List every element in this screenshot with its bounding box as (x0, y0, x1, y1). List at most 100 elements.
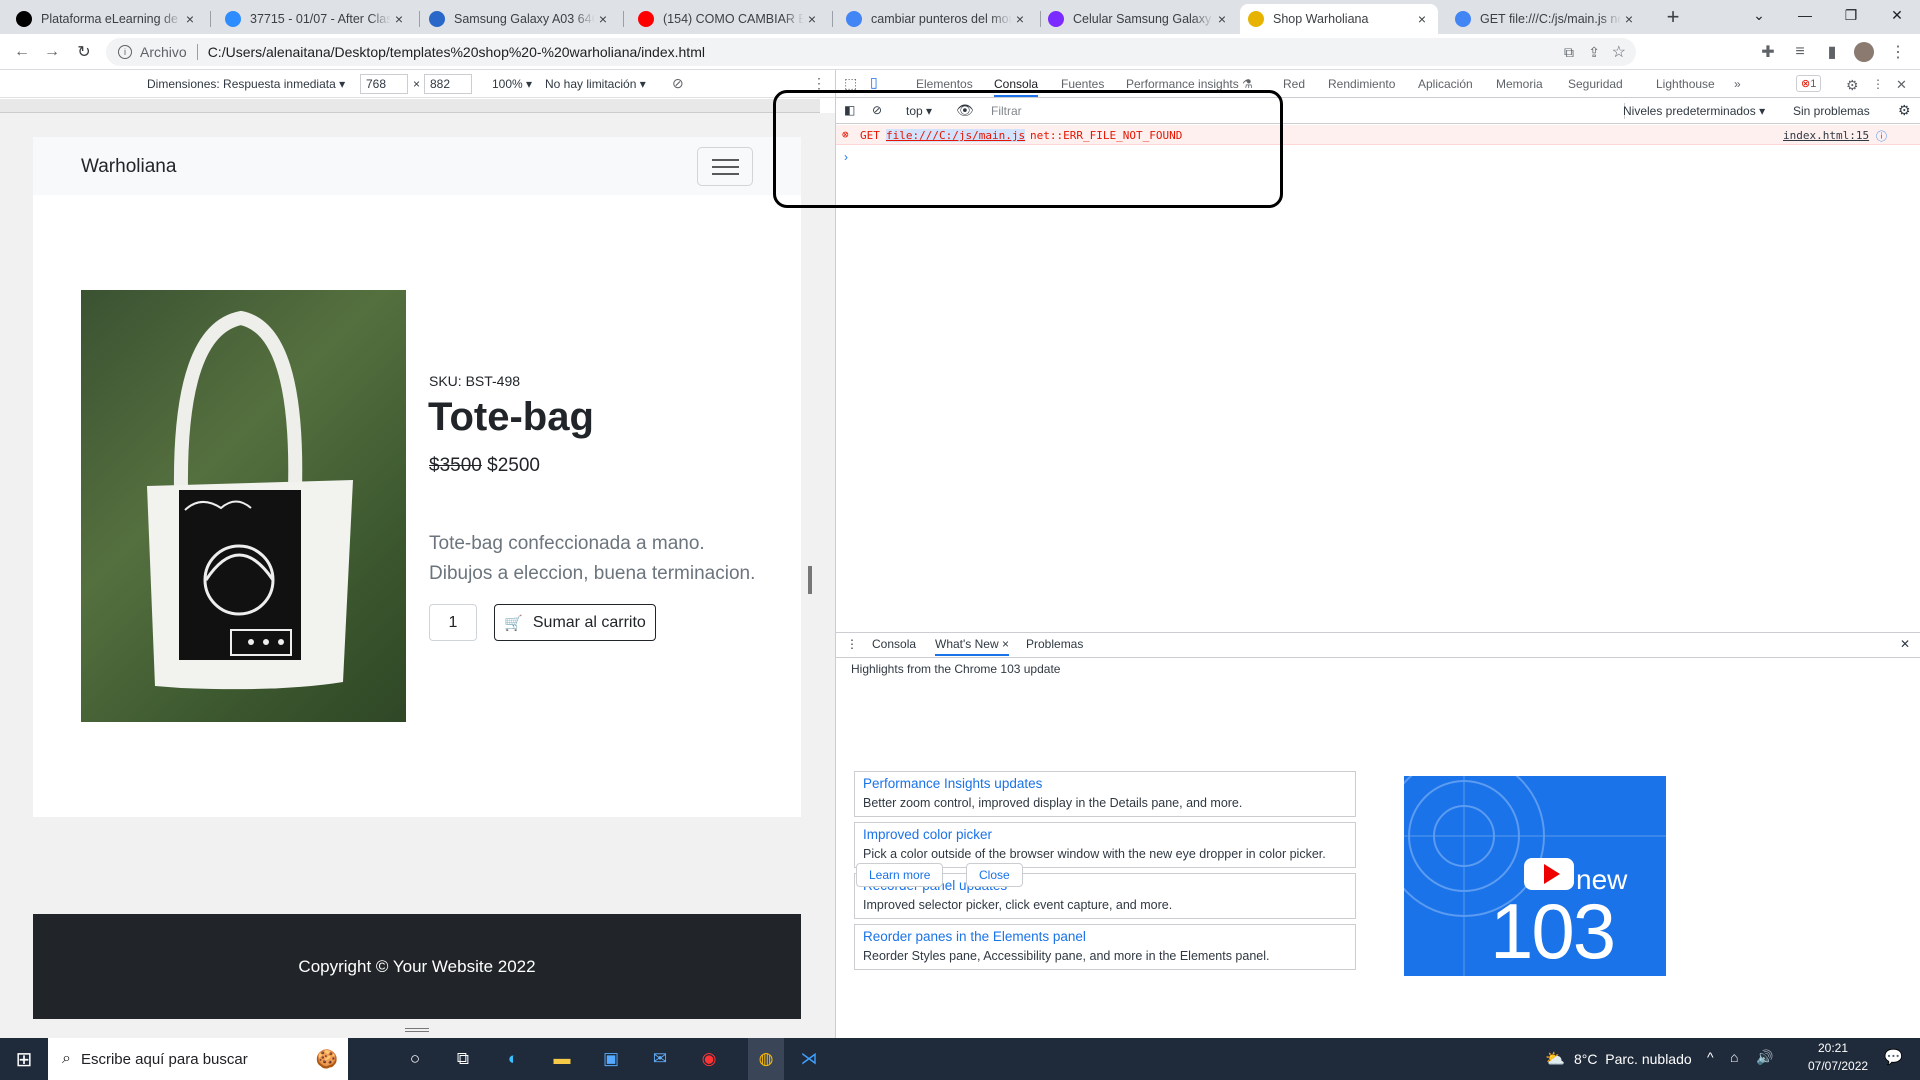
share-icon[interactable]: ⇪ (1588, 44, 1600, 61)
reload-icon[interactable]: ↻ (72, 40, 96, 64)
devtools-tab[interactable]: Rendimiento (1328, 77, 1395, 91)
whats-new-card[interactable]: Improved color picker Pick a color outsid… (854, 822, 1356, 868)
dimensions-dropdown[interactable]: Dimensiones: Respuesta inmediata ▾ (147, 77, 345, 91)
log-levels-dropdown[interactable]: Niveles predeterminados ▾ (1623, 104, 1765, 118)
card-title-link[interactable]: Improved color picker (863, 827, 992, 842)
close-tab-icon[interactable]: × (391, 11, 407, 27)
browser-tab[interactable]: Celular Samsung Galaxy A × (1040, 4, 1238, 34)
devtools-tab[interactable]: Aplicación (1418, 77, 1473, 91)
close-drawer-icon[interactable]: ✕ (1900, 637, 1910, 651)
drawer-tab[interactable]: Problemas (1026, 637, 1083, 651)
close-tab-icon[interactable]: × (182, 11, 198, 27)
hamburger-menu-icon[interactable] (697, 147, 753, 186)
browser-tab[interactable]: cambiar punteros del mou × (838, 4, 1036, 34)
settings-icon[interactable]: ⚙ (1846, 77, 1859, 94)
close-tab-icon[interactable]: × (1214, 11, 1230, 27)
extensions-icon[interactable]: ✚ (1756, 40, 1780, 64)
whats-new-video-thumbnail[interactable]: new 103 (1404, 776, 1666, 976)
devtools-tab[interactable]: Lighthouse (1656, 77, 1715, 91)
drawer-menu-icon[interactable]: ⋮ (846, 637, 858, 651)
devtools-tab[interactable]: Elementos (916, 77, 973, 91)
close-devtools-icon[interactable]: ✕ (1896, 77, 1907, 93)
vscode-icon[interactable]: ⋊ (796, 1046, 822, 1072)
clock-time[interactable]: 20:21 (1818, 1041, 1848, 1055)
throttle-dropdown[interactable]: No hay limitación ▾ (545, 77, 646, 91)
close-drawer-tab-icon[interactable]: × (999, 637, 1009, 651)
drawer-tab[interactable]: What's New × (935, 637, 1009, 656)
weather-text[interactable]: 8°C Parc. nublado (1574, 1051, 1692, 1067)
devtools-tab[interactable]: Performance insights ⚗ (1126, 77, 1253, 91)
chrome-icon[interactable]: ◍ (748, 1038, 784, 1080)
mail-icon[interactable]: ✉ (647, 1046, 673, 1072)
maximize-icon[interactable]: ❐ (1828, 0, 1874, 30)
height-input[interactable]: 882 (424, 74, 472, 94)
address-bar[interactable]: i Archivo C:/Users/alenaitana/Desktop/te… (106, 38, 1636, 66)
back-icon[interactable]: ← (10, 40, 34, 64)
translate-icon[interactable]: ⧉ (1564, 44, 1574, 61)
close-tab-icon[interactable]: × (1012, 11, 1028, 27)
clock-date[interactable]: 07/07/2022 (1808, 1059, 1868, 1073)
windows-start-icon[interactable]: ⊞ (11, 1046, 37, 1072)
browser-tab[interactable]: GET file:///C:/js/main.js net × (1447, 4, 1645, 34)
game-app-icon[interactable]: ◉ (696, 1046, 722, 1072)
add-to-cart-button[interactable]: 🛒 Sumar al carrito (494, 604, 656, 641)
drawer-tab[interactable]: Consola (872, 637, 916, 651)
quantity-input[interactable]: 1 (429, 604, 477, 641)
reading-list-icon[interactable]: ≡ (1788, 40, 1812, 64)
devtools-tab[interactable]: Memoria (1496, 77, 1543, 91)
browser-tab[interactable]: (154) COMO CAMBIAR EL × (630, 4, 828, 34)
error-badge[interactable]: ⊗1 (1796, 75, 1822, 92)
card-title-link[interactable]: Performance Insights updates (863, 776, 1042, 791)
close-tab-icon[interactable]: × (804, 11, 820, 27)
avatar[interactable] (1852, 40, 1876, 64)
menu-icon[interactable]: ⋮ (1886, 40, 1910, 64)
bookmark-star-icon[interactable]: ☆ (1612, 42, 1626, 62)
notifications-icon[interactable]: 💬 (1884, 1048, 1903, 1066)
issues-counter[interactable]: Sin problemas (1793, 104, 1870, 118)
taskbar-search-box[interactable]: ⌕ Escribe aquí para buscar 🍪 (48, 1038, 348, 1080)
forward-icon[interactable]: → (40, 40, 64, 64)
task-view-icon[interactable]: ⧉ (450, 1046, 476, 1072)
side-panel-icon[interactable]: ▮ (1820, 40, 1844, 64)
close-tab-icon[interactable]: × (1621, 11, 1637, 27)
volume-icon[interactable]: 🔊 (1756, 1049, 1773, 1066)
cortana-icon[interactable]: ○ (402, 1046, 428, 1072)
rotate-icon[interactable]: ⊘ (672, 75, 684, 92)
browser-tab[interactable]: 37715 - 01/07 - After Clas × (217, 4, 415, 34)
store-icon[interactable]: ▣ (598, 1046, 624, 1072)
viewport-resize-handle[interactable] (808, 566, 812, 594)
whats-new-card[interactable]: Reorder panes in the Elements panel Reord… (854, 924, 1356, 970)
learn-more-button[interactable]: Learn more (856, 863, 944, 887)
browser-tab[interactable]: Samsung Galaxy A03 64GB × (421, 4, 619, 34)
close-whats-new-button[interactable]: Close (966, 863, 1023, 887)
devtools-tab[interactable]: Fuentes (1061, 77, 1104, 91)
devtools-tab[interactable]: Red (1283, 77, 1305, 91)
url-text[interactable]: C:/Users/alenaitana/Desktop/templates%20… (208, 44, 705, 60)
media-query-ruler[interactable] (0, 99, 820, 113)
news-widget-icon[interactable]: 🍪 (316, 1049, 338, 1070)
browser-tab[interactable]: Plataforma eLearning de C × (8, 4, 206, 34)
close-window-icon[interactable]: ✕ (1874, 0, 1920, 30)
tray-chevron-icon[interactable]: ^ (1707, 1049, 1714, 1065)
whats-new-card[interactable]: Performance Insights updates Better zoom … (854, 771, 1356, 817)
viewport-bottom-resize-handle[interactable] (405, 1028, 429, 1032)
devtools-tab[interactable]: Seguridad (1568, 77, 1623, 91)
tab-search-icon[interactable]: ⌄ (1736, 0, 1782, 30)
new-tab-icon[interactable]: + (1661, 4, 1685, 29)
browser-tab[interactable]: Shop Warholiana × (1240, 4, 1438, 34)
close-tab-icon[interactable]: × (1414, 11, 1430, 27)
more-tabs-icon[interactable]: » (1734, 77, 1741, 91)
card-title-link[interactable]: Reorder panes in the Elements panel (863, 929, 1086, 944)
network-icon[interactable]: ⌂ (1730, 1049, 1738, 1065)
zoom-dropdown[interactable]: 100% ▾ (492, 77, 532, 91)
devtools-menu-icon[interactable]: ⋮ (1872, 77, 1884, 91)
minimize-icon[interactable]: — (1782, 0, 1828, 30)
width-input[interactable]: 768 (360, 74, 408, 94)
info-icon[interactable]: i (118, 45, 132, 59)
console-settings-icon[interactable]: ⚙ (1898, 102, 1911, 119)
file-explorer-icon[interactable]: ▬ (549, 1046, 575, 1072)
device-toggle-icon[interactable]: ▯ (870, 74, 878, 91)
error-source-link[interactable]: index.html:15 (1783, 129, 1869, 142)
brand-link[interactable]: Warholiana (81, 156, 176, 178)
close-tab-icon[interactable]: × (595, 11, 611, 27)
